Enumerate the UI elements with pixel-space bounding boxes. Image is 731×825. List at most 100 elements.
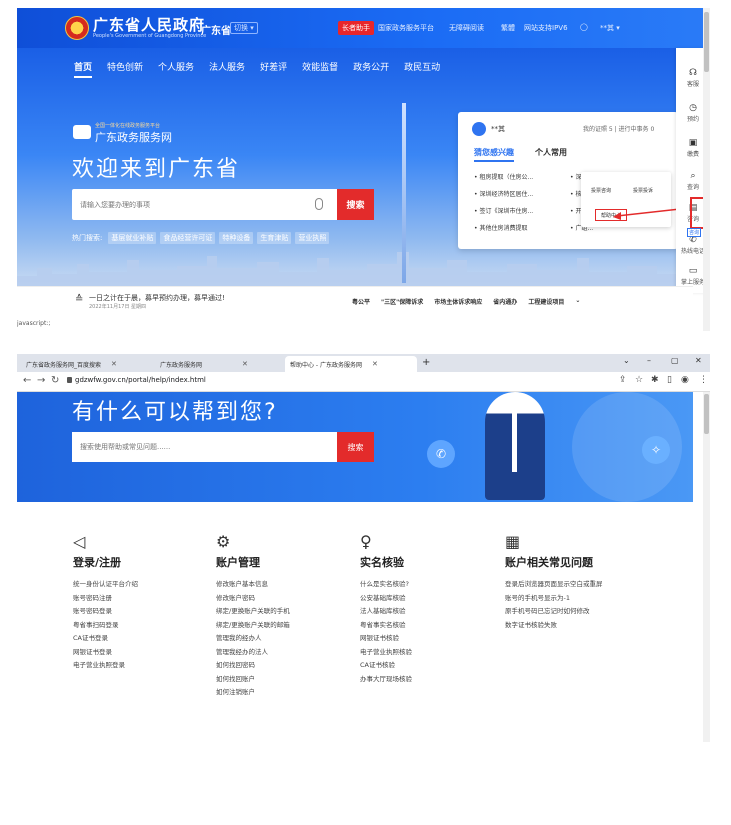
traditional-chinese-link[interactable]: 繁體 [501, 23, 515, 33]
nav-personal-services[interactable]: 个人服务 [158, 60, 194, 78]
help-link[interactable]: 管理我经办的法人 [216, 646, 356, 660]
notice-text[interactable]: 一日之计在于晨，募早预约办理，募早通过! [89, 293, 225, 303]
help-link[interactable]: 粤省事扫码登录 [73, 619, 213, 633]
help-link[interactable]: 管理我的经办人 [216, 632, 356, 646]
help-link[interactable]: 登录后浏览器页面显示空白或重屏 [505, 578, 685, 592]
shortcut-link[interactable]: 省内通办 [493, 297, 517, 306]
national-emblem-icon [65, 16, 89, 40]
card-list-item[interactable]: • 租房提取（住房公... [474, 172, 533, 181]
browser-tab-strip: 广东省政务服务网_百度搜索 ✕ 广东政务服务网 ✕ 帮助中心 - 广东政务服务网 ✕ … [17, 354, 710, 372]
help-link[interactable]: 账号密码登录 [73, 605, 213, 619]
site-logo-title[interactable]: 广东省人民政府 [93, 14, 205, 35]
nav-legal-services[interactable]: 法人服务 [209, 60, 245, 78]
help-link[interactable]: 修改账户基本信息 [216, 578, 356, 592]
help-link[interactable]: 原手机号码已忘记时如何修改 [505, 605, 685, 619]
help-link[interactable]: 如何注销账户 [216, 686, 356, 700]
help-link[interactable]: 网银证书登录 [73, 646, 213, 660]
chevron-down-icon[interactable]: ⌄ [575, 297, 580, 306]
new-tab-button[interactable]: + [422, 357, 430, 368]
shortcut-link[interactable]: 工程建设项目 [528, 297, 564, 306]
accessibility-link[interactable]: 无障碍阅读 [449, 23, 484, 33]
card-list-item[interactable]: • 签订《深圳市住房... [474, 206, 533, 215]
help-link[interactable]: 数字证书核验失败 [505, 619, 685, 633]
elder-assistant-button[interactable]: 长者助手 [338, 21, 374, 35]
back-icon[interactable]: ← [23, 375, 31, 386]
profile-icon[interactable]: ◉ [681, 375, 689, 385]
help-search-input[interactable] [80, 432, 320, 462]
minimize-icon[interactable]: – [647, 356, 651, 365]
hot-tag[interactable]: 基层就业补贴 [108, 232, 157, 244]
notification-icon[interactable]: ◯ [580, 23, 588, 31]
browser-tab-active[interactable]: 帮助中心 - 广东政务服务网 ✕ [285, 356, 417, 372]
help-link[interactable]: 办事大厅现场核验 [360, 673, 500, 687]
browser-tab[interactable]: 广东政务服务网 ✕ [155, 356, 283, 372]
help-link[interactable]: 修改账户密码 [216, 592, 356, 606]
shortcut-link[interactable]: "三区"保障诉求 [381, 297, 423, 306]
reload-icon[interactable]: ↻ [51, 375, 59, 386]
vote-complaint-button[interactable]: 投票投诉 [633, 187, 653, 194]
scrollbar[interactable] [703, 392, 710, 742]
scrollbar-thumb[interactable] [704, 12, 709, 72]
close-icon[interactable]: ✕ [111, 360, 117, 368]
tab-personal-common[interactable]: 个人常用 [535, 147, 567, 158]
address-bar[interactable]: gdzwfw.gov.cn/portal/help/index.html [75, 376, 206, 384]
help-link[interactable]: 绑定/更换账户关联的手机 [216, 605, 356, 619]
help-link[interactable]: 粤省事实名核验 [360, 619, 500, 633]
share-icon[interactable]: ⇪ [619, 375, 627, 385]
hot-tag[interactable]: 生育津贴 [257, 232, 292, 244]
help-link[interactable]: 统一身份认证平台介绍 [73, 578, 213, 592]
lock-icon[interactable] [67, 377, 72, 383]
microphone-icon[interactable] [315, 198, 323, 210]
top-header-bar: 广东省人民政府 People's Government of Guangdong… [17, 8, 710, 48]
vote-consult-button[interactable]: 投票咨询 [591, 187, 611, 194]
user-menu[interactable]: **其 ▾ [600, 23, 620, 33]
forward-icon[interactable]: → [37, 375, 45, 386]
main-search-input[interactable] [80, 189, 310, 220]
hot-tag[interactable]: 营业执照 [295, 232, 330, 244]
help-link[interactable]: 如何找回账户 [216, 673, 356, 687]
help-link[interactable]: CA证书核验 [360, 659, 500, 673]
extensions-icon[interactable]: ✱ [651, 375, 659, 385]
help-link[interactable]: 电子营业执照核验 [360, 646, 500, 660]
card-list-item[interactable]: • 深圳经济特区居住... [474, 189, 533, 198]
help-search-button[interactable]: 搜索 [337, 432, 374, 462]
nav-evaluation[interactable]: 好差评 [260, 60, 287, 78]
sidebar-icon[interactable]: ▯ [667, 375, 672, 385]
my-certificates-link[interactable]: 我的证照 5 | 进行中事务 0 [583, 124, 654, 133]
browser-tab[interactable]: 广东省政务服务网_百度搜索 ✕ [21, 356, 151, 372]
hot-tag[interactable]: 特种设备 [219, 232, 254, 244]
help-link[interactable]: 账号的手机号显示为-1 [505, 592, 685, 606]
nav-home[interactable]: 首页 [74, 60, 93, 78]
national-platform-link[interactable]: 国家政务服务平台 [378, 23, 434, 33]
help-link[interactable]: 法人基础库核验 [360, 605, 500, 619]
help-link[interactable]: 电子营业执照登录 [73, 659, 213, 673]
help-link[interactable]: 如何找回密码 [216, 659, 356, 673]
tab-guess-interest[interactable]: 猜您感兴趣 [474, 147, 514, 162]
help-link[interactable]: 公安基础库核验 [360, 592, 500, 606]
help-link[interactable]: CA证书登录 [73, 632, 213, 646]
shortcut-link[interactable]: 粤公平 [352, 297, 370, 306]
grid-icon: ▦ [505, 532, 521, 551]
region-switch-button[interactable]: 切换 ▾ [230, 22, 258, 34]
chevron-down-icon[interactable]: ⌄ [623, 356, 630, 365]
nav-public-affairs[interactable]: 政务公开 [353, 60, 389, 78]
nav-featured[interactable]: 特色创新 [107, 60, 143, 78]
help-link[interactable]: 什么是实名核验? [360, 578, 500, 592]
bookmark-star-icon[interactable]: ☆ [635, 375, 643, 385]
welcome-heading: 欢迎来到广东省 [72, 157, 241, 182]
scrollbar-thumb[interactable] [704, 394, 709, 434]
close-icon[interactable]: ✕ [372, 360, 378, 368]
nav-supervision[interactable]: 效能监督 [302, 60, 338, 78]
main-search-button[interactable]: 搜索 [337, 189, 374, 220]
close-window-icon[interactable]: ✕ [695, 356, 702, 365]
help-link[interactable]: 绑定/更换账户关联的邮箱 [216, 619, 356, 633]
shortcut-link[interactable]: 市场主体诉求响应 [434, 297, 482, 306]
help-link[interactable]: 网银证书核验 [360, 632, 500, 646]
nav-interaction[interactable]: 政民互动 [404, 60, 440, 78]
close-icon[interactable]: ✕ [242, 360, 248, 368]
hot-tag[interactable]: 食品经营许可证 [160, 232, 216, 244]
maximize-icon[interactable]: ▢ [671, 356, 679, 365]
more-menu-icon[interactable]: ⋮ [699, 375, 708, 385]
help-link[interactable]: 账号密码注册 [73, 592, 213, 606]
card-list-item[interactable]: • 其他住房消费提取 [474, 223, 527, 232]
